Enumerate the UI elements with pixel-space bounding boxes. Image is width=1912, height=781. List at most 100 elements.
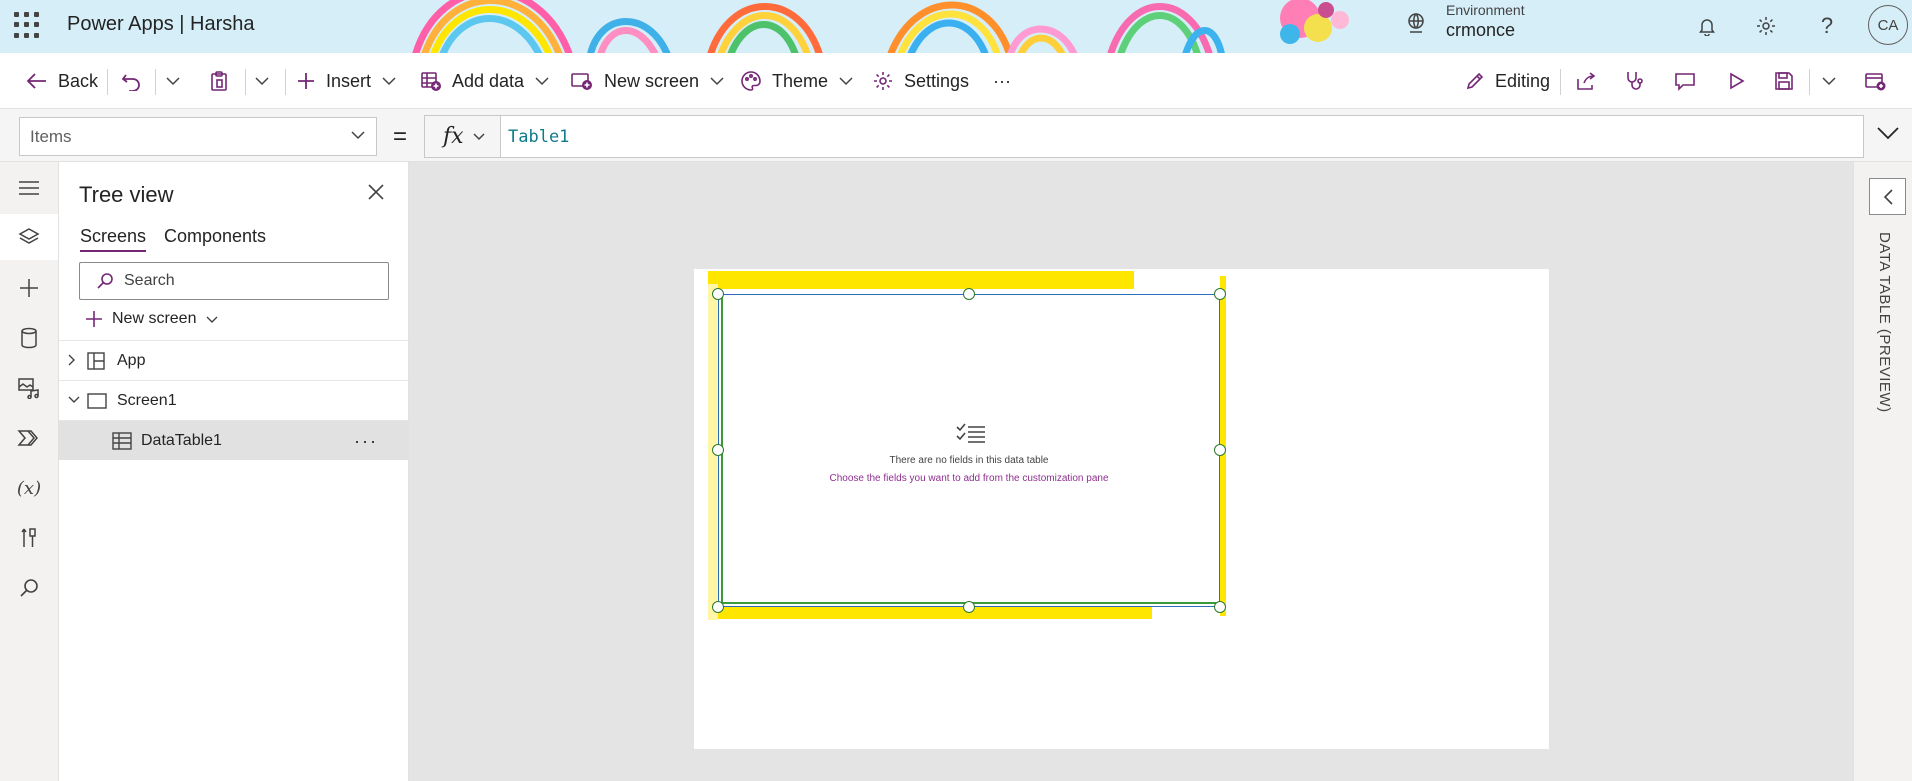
- insert-rail-button[interactable]: [0, 265, 58, 311]
- resize-handle[interactable]: [712, 288, 724, 300]
- equals-sign: =: [393, 123, 408, 150]
- settings-command-button[interactable]: Settings: [872, 62, 969, 100]
- chevron-down-icon: [1822, 77, 1836, 86]
- preview-play-button[interactable]: [1726, 62, 1746, 100]
- table-icon: [112, 432, 132, 450]
- layers-icon: [18, 228, 40, 244]
- undo-dropdown-button[interactable]: [165, 62, 181, 100]
- user-avatar[interactable]: CA: [1868, 5, 1908, 45]
- variables-icon: (x): [16, 477, 42, 499]
- notifications-button[interactable]: [1693, 12, 1721, 40]
- app-header: Power Apps | Harsha Environment crmonce …: [0, 0, 1912, 53]
- tree-search-box[interactable]: [79, 262, 389, 300]
- help-button[interactable]: ?: [1813, 12, 1841, 40]
- tree-view-title: Tree view: [79, 182, 174, 207]
- tab-screens[interactable]: Screens: [80, 226, 147, 252]
- data-button[interactable]: [0, 315, 58, 361]
- close-tree-view-button[interactable]: [367, 183, 385, 206]
- chevron-down-icon: [255, 77, 269, 86]
- expand-formula-button[interactable]: [1876, 125, 1900, 145]
- new-screen-button[interactable]: New screen: [570, 62, 725, 100]
- divider: [1560, 69, 1561, 95]
- gear-icon: [1757, 17, 1775, 35]
- resize-handle[interactable]: [712, 444, 724, 456]
- search-rail-button[interactable]: [0, 565, 58, 611]
- app-launcher-waffle-icon[interactable]: [14, 12, 40, 38]
- environment-icon: [1408, 13, 1424, 33]
- plus-icon: [298, 73, 314, 89]
- tree-item-screen1[interactable]: Screen1: [59, 380, 409, 420]
- app-screen-canvas[interactable]: There are no fields in this data table C…: [694, 269, 1549, 749]
- resize-handle[interactable]: [963, 288, 975, 300]
- theme-button[interactable]: Theme: [740, 62, 854, 100]
- divider: [1809, 69, 1810, 95]
- help-icon: ?: [1820, 13, 1834, 38]
- power-automate-button[interactable]: [0, 415, 58, 461]
- settings-button[interactable]: [1752, 12, 1780, 40]
- theme-label: Theme: [772, 70, 829, 91]
- property-dropdown[interactable]: Items: [19, 117, 377, 156]
- app-checker-button[interactable]: [1624, 62, 1646, 100]
- chevron-down-icon: [710, 77, 724, 86]
- pencil-icon: [1466, 72, 1484, 90]
- media-button[interactable]: [0, 365, 58, 411]
- share-icon: [1577, 72, 1596, 90]
- data-table-control[interactable]: There are no fields in this data table C…: [718, 294, 1220, 607]
- properties-panel-label: DATA TABLE (PREVIEW): [1876, 232, 1893, 413]
- back-button[interactable]: Back: [26, 62, 98, 100]
- divider: [245, 69, 246, 95]
- hamburger-menu-button[interactable]: [0, 165, 58, 211]
- bell-icon: [1699, 19, 1715, 36]
- paste-dropdown-button[interactable]: [254, 62, 270, 100]
- resize-handle[interactable]: [963, 601, 975, 613]
- paste-button[interactable]: [208, 62, 230, 100]
- insert-button[interactable]: Insert: [296, 62, 397, 100]
- divider: [285, 69, 286, 95]
- formula-input[interactable]: Table1: [500, 115, 1864, 158]
- resize-handle[interactable]: [1214, 288, 1226, 300]
- function-button[interactable]: fx: [424, 115, 500, 158]
- comments-button[interactable]: [1674, 62, 1696, 100]
- add-data-button[interactable]: Add data: [420, 62, 550, 100]
- share-button[interactable]: [1575, 62, 1597, 100]
- highlight-bottom: [708, 607, 1152, 619]
- new-screen-icon: [571, 73, 592, 90]
- tree-item-label: App: [117, 351, 146, 369]
- tree-item-app[interactable]: App: [59, 340, 409, 380]
- chevron-down-icon: [351, 131, 365, 140]
- publish-button[interactable]: [1864, 62, 1886, 100]
- plus-icon: [20, 279, 38, 297]
- save-button[interactable]: [1774, 62, 1794, 100]
- insert-label: Insert: [326, 70, 372, 91]
- environment-value[interactable]: crmonce: [1446, 20, 1515, 41]
- canvas-area[interactable]: There are no fields in this data table C…: [409, 162, 1853, 781]
- add-data-label: Add data: [452, 70, 525, 91]
- search-icon: [20, 579, 38, 597]
- left-nav-rail: (x): [0, 162, 59, 781]
- palette-icon: [741, 71, 761, 91]
- resize-handle[interactable]: [1214, 601, 1226, 613]
- save-dropdown-button[interactable]: [1821, 62, 1837, 100]
- undo-button[interactable]: [120, 62, 142, 100]
- tree-view-button[interactable]: [0, 214, 58, 260]
- tree-search-input[interactable]: [124, 272, 354, 290]
- variables-button[interactable]: (x): [0, 465, 58, 511]
- editing-button[interactable]: Editing: [1465, 62, 1550, 100]
- stethoscope-icon: [1627, 72, 1643, 90]
- more-commands-button[interactable]: ···: [993, 62, 1011, 100]
- empty-table-subtitle[interactable]: Choose the fields you want to add from t…: [719, 473, 1219, 484]
- expand-properties-button[interactable]: [1869, 178, 1906, 215]
- plus-icon: [86, 311, 102, 327]
- chevron-down-icon: [1877, 127, 1899, 140]
- publish-icon: [1865, 73, 1886, 91]
- advanced-tools-button[interactable]: [0, 515, 58, 561]
- media-icon: [18, 378, 39, 399]
- chevron-down-icon: [206, 316, 218, 323]
- tab-components[interactable]: Components: [164, 226, 266, 247]
- more-options-button[interactable]: ···: [354, 431, 378, 452]
- resize-handle[interactable]: [1214, 444, 1226, 456]
- tree-new-screen-button[interactable]: New screen: [85, 310, 219, 328]
- resize-handle[interactable]: [712, 601, 724, 613]
- chevron-down-icon: [535, 77, 549, 86]
- tree-item-datatable1[interactable]: DataTable1 ···: [59, 420, 409, 460]
